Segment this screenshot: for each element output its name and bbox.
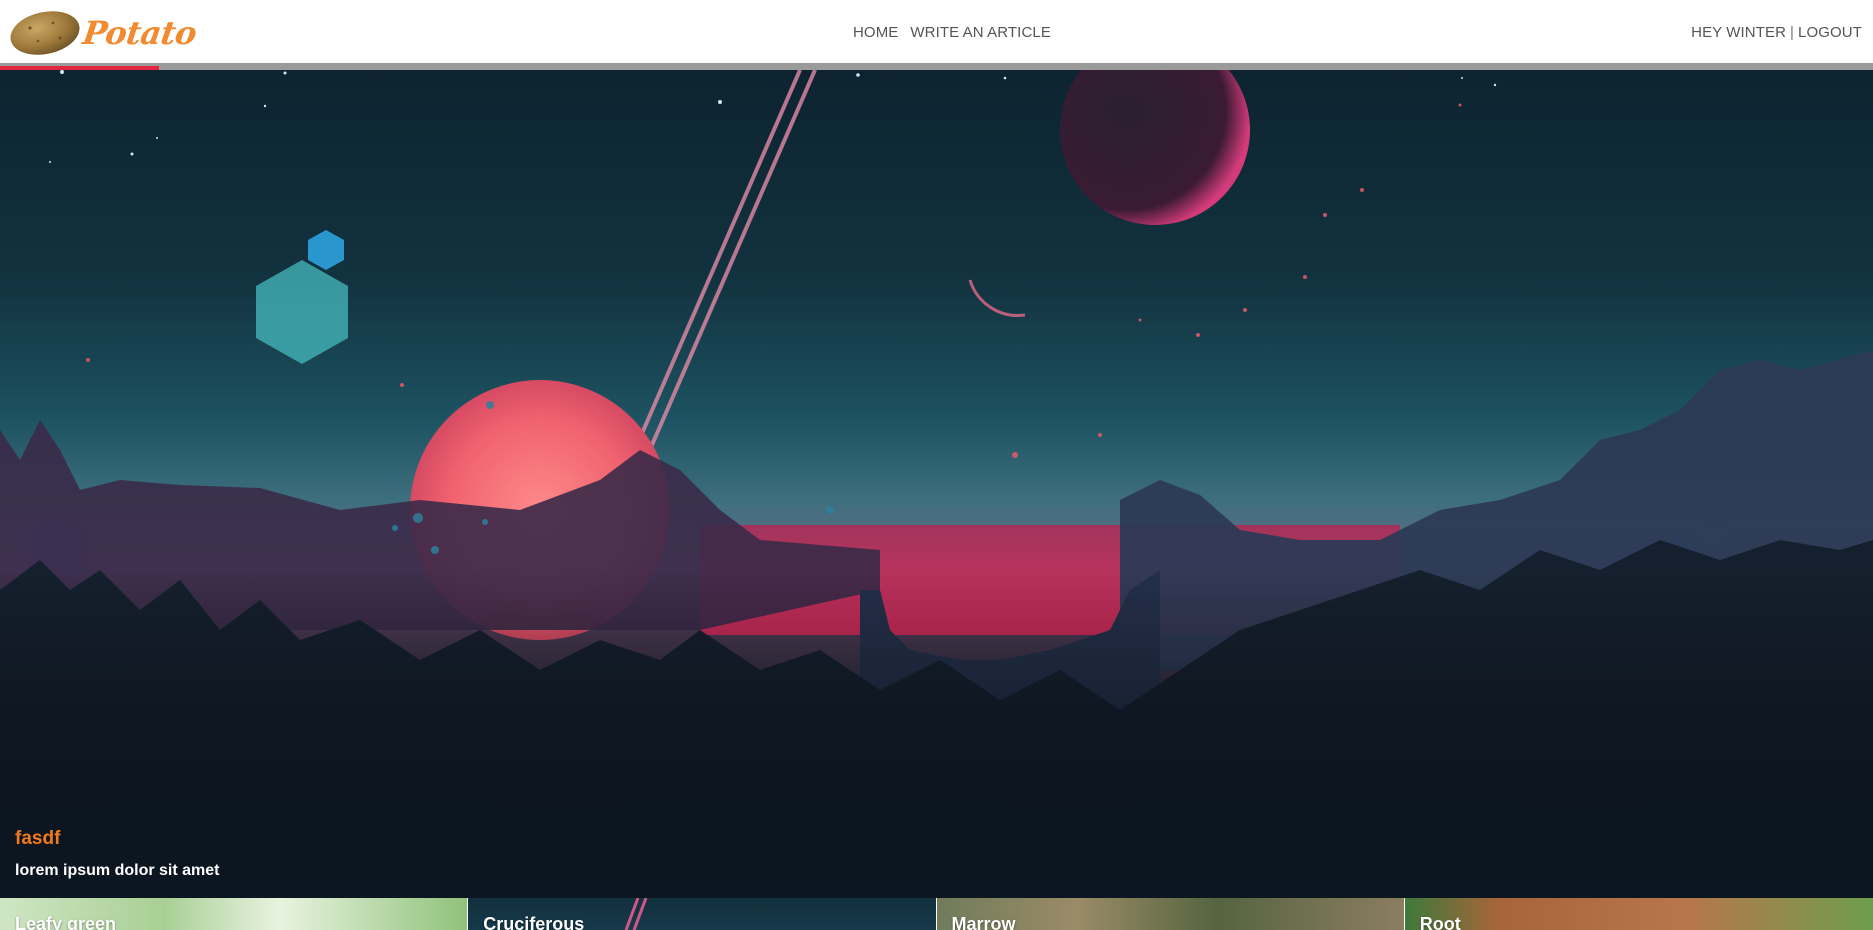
category-label: Root xyxy=(1419,914,1461,930)
hero-caption: fasdf lorem ipsum dolor sit amet xyxy=(15,828,219,880)
user-greeting-link[interactable]: HEY WINTER xyxy=(1691,24,1786,41)
category-label: Leafy green xyxy=(15,914,117,930)
hero-background-image xyxy=(0,70,1873,898)
large-planet xyxy=(1060,70,1250,225)
logout-link[interactable]: LOGOUT xyxy=(1798,24,1862,41)
user-area: HEY WINTER | LOGOUT xyxy=(1691,24,1862,41)
main-nav: HOME WRITE AN ARTICLE xyxy=(853,24,1051,41)
potato-icon xyxy=(10,11,80,55)
category-tile-marrow[interactable]: Marrow xyxy=(936,898,1405,930)
hero-excerpt: lorem ipsum dolor sit amet xyxy=(15,862,220,879)
hero-banner[interactable]: fasdf lorem ipsum dolor sit amet xyxy=(0,70,1873,898)
category-tile-cruciferous[interactable]: Cruciferous xyxy=(468,898,937,930)
nav-write-article-link[interactable]: WRITE AN ARTICLE xyxy=(910,24,1051,41)
category-label: Marrow xyxy=(951,914,1016,930)
stars xyxy=(49,70,1497,163)
site-logo[interactable]: Potato xyxy=(8,8,199,58)
logo-wordmark: Potato xyxy=(80,14,199,52)
category-tiles: Leafy green Cruciferous Marrow Root xyxy=(0,898,1873,930)
hero-title[interactable]: fasdf xyxy=(15,828,219,850)
category-tile-leafy-green[interactable]: Leafy green xyxy=(0,898,469,930)
user-separator: | xyxy=(1790,24,1795,41)
nav-home-link[interactable]: HOME xyxy=(853,24,898,41)
category-tile-root[interactable]: Root xyxy=(1404,898,1873,930)
site-header: Potato HOME WRITE AN ARTICLE HEY WINTER … xyxy=(0,0,1873,66)
category-label: Cruciferous xyxy=(483,914,585,930)
